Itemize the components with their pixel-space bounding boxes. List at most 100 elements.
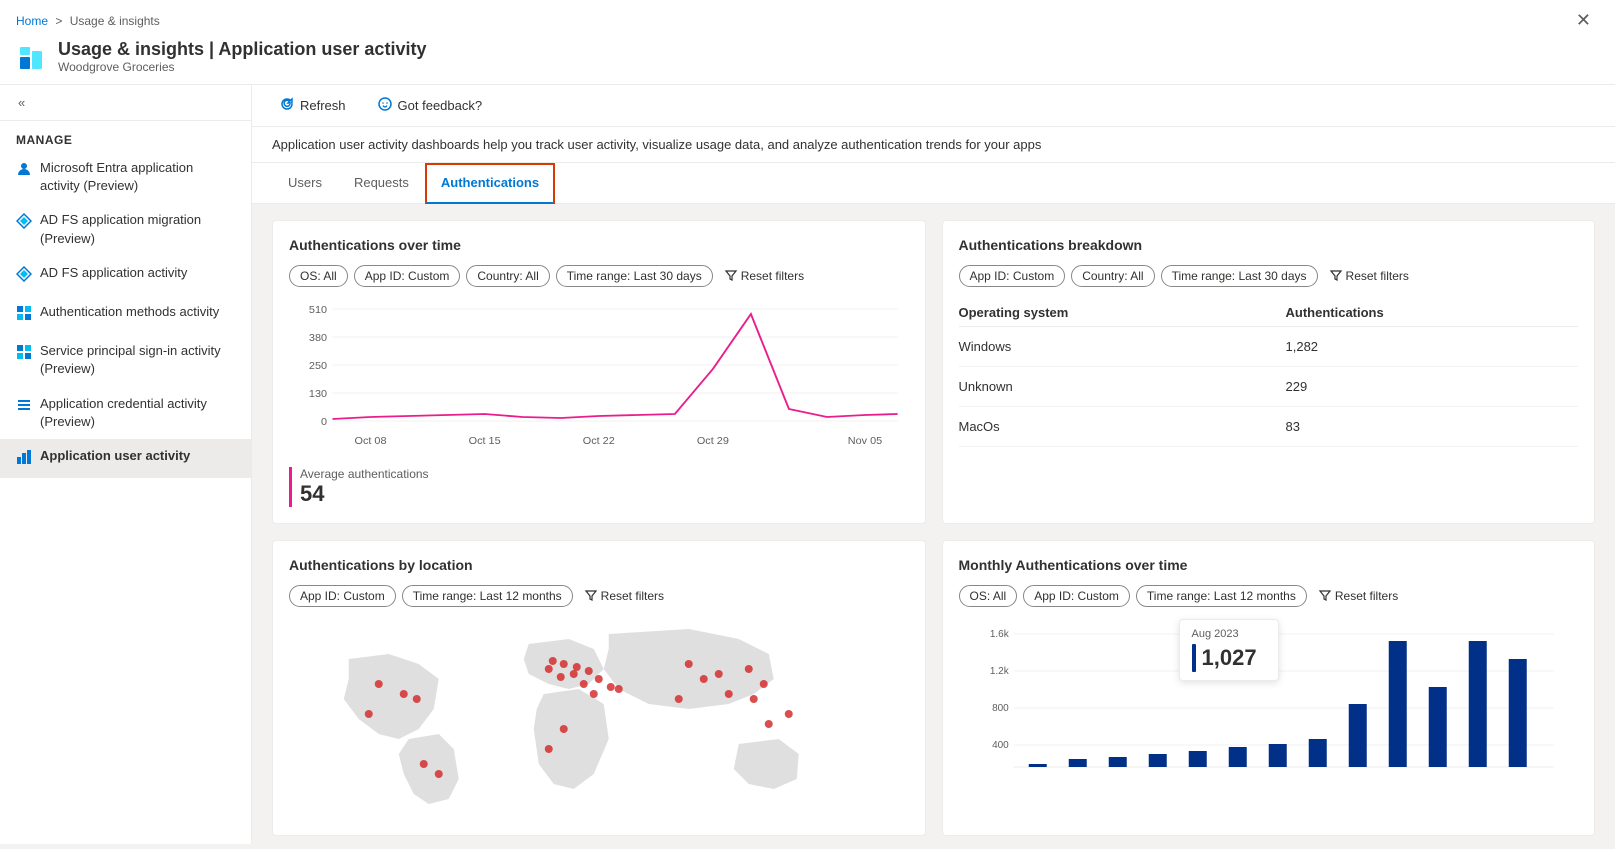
location-filter-timerange[interactable]: Time range: Last 12 months [402, 585, 573, 607]
breadcrumb-home[interactable]: Home [16, 14, 48, 28]
monthly-auth-filters: OS: All App ID: Custom Time range: Last … [959, 585, 1579, 607]
svg-text:Oct 08: Oct 08 [355, 436, 387, 447]
monthly-filter-appid[interactable]: App ID: Custom [1023, 585, 1130, 607]
auth-count: 1,282 [1286, 327, 1579, 367]
feedback-label: Got feedback? [398, 98, 483, 113]
col-auths: Authentications [1286, 299, 1579, 327]
monthly-filter-os[interactable]: OS: All [959, 585, 1018, 607]
grid-icon [16, 305, 32, 326]
reset-filters-label: Reset filters [741, 269, 804, 283]
svg-text:1.6k: 1.6k [989, 629, 1009, 640]
dashboard-grid: Authentications over time OS: All App ID… [252, 204, 1615, 844]
breakdown-filter-timerange[interactable]: Time range: Last 30 days [1161, 265, 1318, 287]
tab-users[interactable]: Users [272, 163, 338, 204]
sidebar-item-label: Service principal sign-in activity (Prev… [40, 342, 235, 378]
breakdown-filter-appid[interactable]: App ID: Custom [959, 265, 1066, 287]
col-os: Operating system [959, 299, 1286, 327]
bar-icon [16, 449, 32, 470]
diamond-icon [16, 213, 32, 234]
sidebar-item-label: Microsoft Entra application activity (Pr… [40, 159, 235, 195]
filter-chip-country[interactable]: Country: All [466, 265, 549, 287]
location-filter-appid[interactable]: App ID: Custom [289, 585, 396, 607]
toolbar: Refresh Got feedback? [252, 85, 1615, 127]
sidebar-item-entra-app[interactable]: Microsoft Entra application activity (Pr… [0, 151, 251, 203]
sidebar-item-app-user-activity[interactable]: Application user activity [0, 439, 251, 478]
svg-text:Oct 22: Oct 22 [583, 436, 615, 447]
feedback-icon [378, 97, 392, 114]
filter-chip-appid[interactable]: App ID: Custom [354, 265, 461, 287]
filter-icon2 [1330, 269, 1342, 284]
svg-text:1.2k: 1.2k [989, 666, 1009, 677]
monthly-auth-card: Monthly Authentications over time OS: Al… [942, 540, 1596, 836]
sidebar: « Manage Microsoft Entra application act… [0, 85, 252, 844]
reset-filters-button[interactable]: Reset filters [719, 266, 810, 287]
tooltip-date: Aug 2023 [1192, 628, 1266, 640]
avg-value: 54 [300, 481, 909, 507]
tooltip-bar-indicator [1192, 644, 1196, 672]
avg-label: Average authentications [300, 467, 909, 481]
os-name: MacOs [959, 407, 1286, 447]
tab-authentications[interactable]: Authentications [425, 163, 555, 204]
table-row: Windows 1,282 [959, 327, 1579, 367]
svg-text:130: 130 [309, 389, 327, 400]
filter-icon [725, 269, 737, 284]
sidebar-item-label: Application credential activity (Preview… [40, 395, 235, 431]
feedback-button[interactable]: Got feedback? [370, 93, 491, 118]
svg-text:Nov 05: Nov 05 [848, 436, 883, 447]
org-name: Woodgrove Groceries [58, 60, 426, 74]
sidebar-item-service-principal[interactable]: Service principal sign-in activity (Prev… [0, 334, 251, 386]
app-logo-icon [16, 41, 48, 73]
main-content: Refresh Got feedback? Application user a… [252, 85, 1615, 844]
auth-count: 83 [1286, 407, 1579, 447]
sidebar-manage-label: Manage [0, 121, 251, 151]
person-icon [16, 161, 32, 182]
sidebar-item-app-credential[interactable]: Application credential activity (Preview… [0, 387, 251, 439]
page-title: Usage & insights | Application user acti… [58, 39, 426, 60]
monthly-reset-label: Reset filters [1335, 589, 1398, 603]
auth-breakdown-card: Authentications breakdown App ID: Custom… [942, 220, 1596, 524]
svg-text:380: 380 [309, 333, 327, 344]
location-reset-filters-button[interactable]: Reset filters [579, 586, 670, 607]
sidebar-item-adfs-migration[interactable]: AD FS application migration (Preview) [0, 203, 251, 255]
lines-icon [16, 397, 32, 418]
auth-breakdown-title: Authentications breakdown [959, 237, 1579, 253]
os-name: Windows [959, 327, 1286, 367]
sidebar-item-adfs-activity[interactable]: AD FS application activity [0, 256, 251, 295]
description-bar: Application user activity dashboards hel… [252, 127, 1615, 163]
svg-text:400: 400 [992, 740, 1009, 751]
refresh-label: Refresh [300, 98, 346, 113]
tab-requests[interactable]: Requests [338, 163, 425, 204]
monthly-filter-timerange[interactable]: Time range: Last 12 months [1136, 585, 1307, 607]
close-button[interactable]: ✕ [1568, 6, 1599, 35]
refresh-button[interactable]: Refresh [272, 93, 354, 118]
tooltip-value: 1,027 [1202, 645, 1257, 671]
svg-text:0: 0 [321, 417, 327, 428]
location-reset-label: Reset filters [601, 589, 664, 603]
auth-over-time-card: Authentications over time OS: All App ID… [272, 220, 926, 524]
sidebar-item-auth-methods[interactable]: Authentication methods activity [0, 295, 251, 334]
sidebar-collapse-button[interactable]: « [16, 93, 27, 112]
breadcrumb-separator: > [55, 14, 62, 28]
world-map [289, 619, 909, 819]
filter-icon4 [1319, 589, 1331, 604]
svg-text:800: 800 [992, 703, 1009, 714]
monthly-reset-filters-button[interactable]: Reset filters [1313, 586, 1404, 607]
auth-count: 229 [1286, 367, 1579, 407]
svg-text:510: 510 [309, 305, 327, 316]
filter-icon3 [585, 589, 597, 604]
tabs-bar: Users Requests Authentications [252, 163, 1615, 204]
filter-chip-timerange[interactable]: Time range: Last 30 days [556, 265, 713, 287]
chart-tooltip: Aug 2023 1,027 [1179, 619, 1279, 681]
breakdown-reset-filters-button[interactable]: Reset filters [1324, 266, 1415, 287]
avg-authentications: Average authentications 54 [289, 467, 909, 507]
breakdown-filter-country[interactable]: Country: All [1071, 265, 1154, 287]
table-row: MacOs 83 [959, 407, 1579, 447]
filter-chip-os[interactable]: OS: All [289, 265, 348, 287]
table-row: Unknown 229 [959, 367, 1579, 407]
diamond-icon2 [16, 266, 32, 287]
svg-text:250: 250 [309, 361, 327, 372]
sidebar-item-label: AD FS application activity [40, 264, 187, 282]
sidebar-item-label: Application user activity [40, 447, 190, 465]
breadcrumb-current: Usage & insights [70, 14, 160, 28]
breakdown-table: Operating system Authentications Windows… [959, 299, 1579, 447]
